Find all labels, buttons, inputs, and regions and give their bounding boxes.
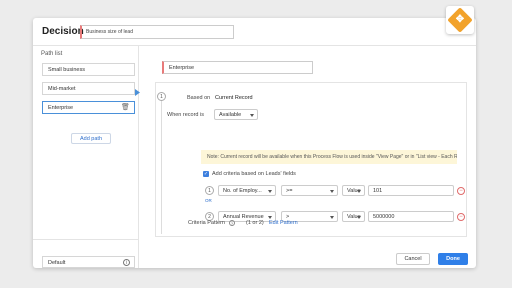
criteria-field-select[interactable]: No. of Employ... <box>218 185 276 196</box>
path-item-enterprise[interactable]: Enterprise 🗑 <box>42 101 135 114</box>
chevron-down-icon <box>357 216 361 219</box>
cancel-button[interactable]: Cancel <box>396 253 430 265</box>
based-on-value: Current Record <box>215 95 253 101</box>
criteria-connector-toggle[interactable]: OR <box>205 198 212 203</box>
info-note: Note: Current record will be available w… <box>201 150 457 164</box>
path-list-panel: Path list Small business Mid-market Ente… <box>33 46 139 268</box>
step-connector-line <box>161 94 162 234</box>
criteria-pattern-value: (1 or 2) <box>246 220 264 226</box>
dialog-title: Decision <box>42 26 84 37</box>
remove-criteria-icon[interactable]: − <box>457 187 465 195</box>
criteria-value-type-select[interactable]: Value <box>342 211 365 222</box>
criteria-value-input[interactable]: 5000000 <box>368 211 454 222</box>
chevron-down-icon <box>268 216 272 219</box>
record-availability-select[interactable]: Available <box>214 109 258 120</box>
chevron-down-icon <box>250 114 254 117</box>
criteria-value-type-select[interactable]: Value <box>342 185 365 196</box>
path-item-small-business[interactable]: Small business <box>42 63 135 76</box>
help-icon[interactable]: ? <box>229 220 235 226</box>
move-handle[interactable]: ✥ <box>446 6 474 34</box>
decision-dialog: Decision Business size of lead Path list… <box>33 18 476 268</box>
chevron-down-icon <box>268 190 272 193</box>
trash-icon[interactable]: 🗑 <box>121 104 130 112</box>
dialog-footer: Cancel Done <box>33 249 476 268</box>
path-item-mid-market[interactable]: Mid-market <box>42 82 135 95</box>
criteria-operator-value: >= <box>286 188 293 194</box>
criteria-checkbox[interactable]: ✓ <box>203 171 209 177</box>
done-button[interactable]: Done <box>438 253 468 265</box>
chevron-down-icon <box>357 190 361 193</box>
criteria-row-number: 1 <box>205 186 214 195</box>
move-icon: ✥ <box>455 14 465 25</box>
decision-name-input[interactable]: Business size of lead <box>80 25 234 39</box>
dialog-header: Decision Business size of lead <box>33 18 476 46</box>
step-number: 1 <box>157 92 166 101</box>
chevron-down-icon <box>330 216 334 219</box>
criteria-checkbox-label: Add criteria based on Leads' fields <box>212 171 296 177</box>
criteria-field-value: No. of Employ... <box>223 188 262 194</box>
add-path-button[interactable]: Add path <box>71 133 111 144</box>
when-record-label: When record is <box>167 112 204 118</box>
criteria-pattern-label: Criteria Pattern <box>188 220 225 226</box>
criteria-value-input[interactable]: 101 <box>368 185 454 196</box>
path-name-input[interactable]: Enterprise <box>162 61 313 74</box>
path-item-label: Enterprise <box>48 105 74 111</box>
record-availability-value: Available <box>219 112 242 118</box>
based-on-label: Based on <box>187 95 211 101</box>
remove-criteria-icon[interactable]: − <box>457 213 465 221</box>
criteria-operator-select[interactable]: >= <box>281 185 338 196</box>
edit-pattern-link[interactable]: Edit Pattern <box>269 220 298 226</box>
chevron-down-icon <box>330 190 334 193</box>
path-list-label: Path list <box>41 51 63 57</box>
criteria-content: 1 Based on Current Record When record is… <box>155 82 467 237</box>
divider <box>33 239 139 240</box>
